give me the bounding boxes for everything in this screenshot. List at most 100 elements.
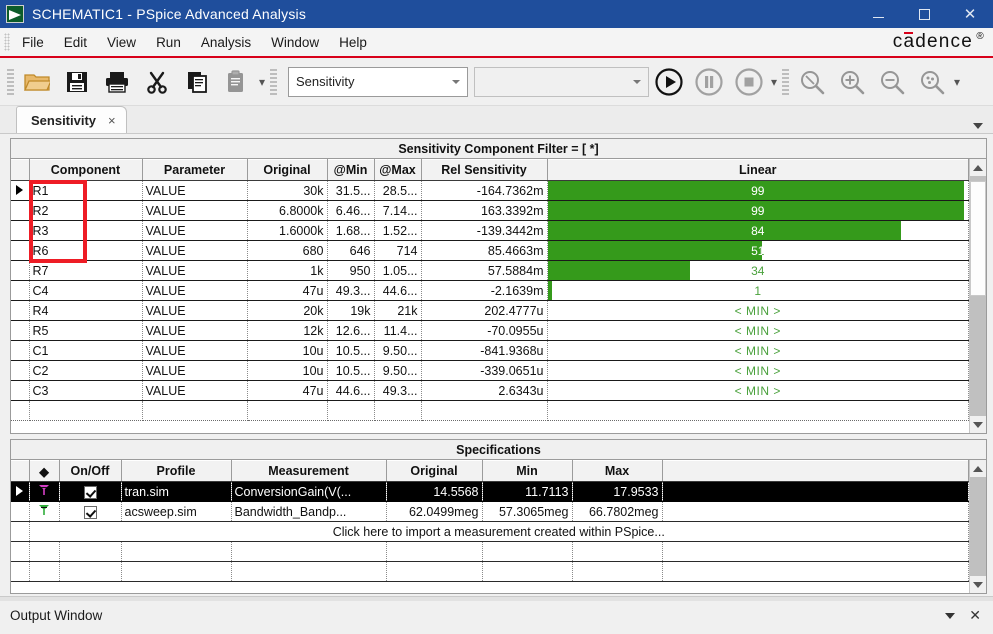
menu-item-view[interactable]: View <box>97 31 146 54</box>
cell-empty[interactable] <box>386 541 483 562</box>
column-header-measurement[interactable]: Measurement <box>231 460 387 482</box>
chevron-down-icon[interactable] <box>973 123 983 129</box>
cell-empty[interactable] <box>662 541 969 562</box>
on-off-checkbox[interactable] <box>59 501 122 522</box>
pause-icon[interactable] <box>689 62 729 102</box>
cell-rel-sensitivity[interactable]: 85.4663m <box>421 240 548 261</box>
cell-at-min[interactable]: 12.6... <box>327 320 375 341</box>
cell-rel-sensitivity[interactable]: -70.0955u <box>421 320 548 341</box>
print-icon[interactable] <box>97 62 137 102</box>
cell-empty[interactable] <box>121 561 232 582</box>
cell-original[interactable]: 20k <box>247 300 328 321</box>
table-row[interactable]: R6VALUE68064671485.4663m5151 <box>11 240 969 261</box>
row-selector-cell[interactable] <box>11 481 30 502</box>
cell-component[interactable]: R7 <box>29 260 143 281</box>
row-selector-cell[interactable] <box>11 360 30 381</box>
cell-rel-sensitivity[interactable]: 2.6343u <box>421 380 548 401</box>
table-row[interactable]: tran.sim ConversionGain(V(... 14.5568 11.71… <box>11 481 969 502</box>
maximize-button[interactable] <box>901 0 947 28</box>
table-row[interactable]: R4 VALUE 20k 19k 21k 202.4777u < MIN > <box>11 300 969 321</box>
cell-empty[interactable] <box>421 400 548 421</box>
cell-original[interactable]: 6.8000k <box>247 200 328 221</box>
cell-component[interactable]: C2 <box>29 360 143 381</box>
menu-item-file[interactable]: File <box>12 31 54 54</box>
cell-parameter[interactable]: VALUE <box>142 180 248 201</box>
cell-spare[interactable] <box>662 501 969 522</box>
import-measurement-row[interactable]: Click here to import a measurement creat… <box>11 521 969 542</box>
cell-empty[interactable] <box>11 561 30 582</box>
cell-empty[interactable] <box>327 400 375 421</box>
cell-linear-bar[interactable]: < MIN > <box>547 380 969 401</box>
cell-rel-sensitivity[interactable]: 163.3392m <box>421 200 548 221</box>
copy-icon[interactable] <box>177 62 217 102</box>
cell-profile[interactable]: acsweep.sim <box>121 501 232 522</box>
table-row-empty[interactable] <box>11 541 969 562</box>
cut-icon[interactable] <box>137 62 177 102</box>
cell-empty[interactable] <box>572 541 663 562</box>
cell-component[interactable]: C4 <box>29 280 143 301</box>
column-header-parameter[interactable]: Parameter <box>142 159 248 181</box>
cell-rel-sensitivity[interactable]: -164.7362m <box>421 180 548 201</box>
toolbar-grip-handle-3[interactable] <box>782 68 789 95</box>
table-row-empty[interactable] <box>11 561 969 582</box>
cell-original[interactable]: 30k <box>247 180 328 201</box>
column-header-marker[interactable]: ◆ <box>29 460 60 482</box>
cell-at-max[interactable]: 1.52... <box>374 220 422 241</box>
scroll-down-button[interactable] <box>970 576 986 593</box>
cell-parameter[interactable]: VALUE <box>142 200 248 221</box>
zoom-fit-icon[interactable] <box>912 62 952 102</box>
table-row[interactable]: C3 VALUE 47u 44.6... 49.3... 2.6343u < MIN > <box>11 380 969 401</box>
cell-empty[interactable] <box>11 541 30 562</box>
row-selector-cell[interactable] <box>11 200 30 221</box>
chevron-down-icon[interactable] <box>945 612 956 619</box>
toolbar-overflow-chevron[interactable]: ▾ <box>257 75 267 89</box>
table-row-empty[interactable] <box>11 400 969 421</box>
cell-empty[interactable] <box>121 541 232 562</box>
cell-empty[interactable] <box>231 541 387 562</box>
table-row[interactable]: acsweep.sim Bandwidth_Bandp... 62.0499meg 5… <box>11 501 969 522</box>
cell-component[interactable]: R5 <box>29 320 143 341</box>
column-header-original[interactable]: Original <box>386 460 483 482</box>
row-selector-cell[interactable] <box>11 240 30 261</box>
cell-original[interactable]: 47u <box>247 280 328 301</box>
cell-at-max[interactable]: 1.05... <box>374 260 422 281</box>
column-header-at-max[interactable]: @Max <box>374 159 422 181</box>
save-icon[interactable] <box>57 62 97 102</box>
checkbox-checked-icon[interactable] <box>83 485 97 499</box>
cell-original[interactable]: 10u <box>247 340 328 361</box>
cell-linear-bar[interactable]: 11 <box>547 280 969 301</box>
scroll-track[interactable] <box>970 176 986 416</box>
cell-empty[interactable] <box>247 400 328 421</box>
cell-at-min[interactable]: 646 <box>327 240 375 261</box>
table-row[interactable]: R3 VALUE 1.6000k 1.68... 1.52... -139.3442m 84… <box>11 220 969 241</box>
cell-empty[interactable] <box>374 400 422 421</box>
menu-grip-handle[interactable] <box>4 33 10 51</box>
scroll-thumb[interactable] <box>970 180 986 296</box>
cell-measurement[interactable]: Bandwidth_Bandp... <box>231 501 387 522</box>
cell-at-max[interactable]: 9.50... <box>374 360 422 381</box>
cell-empty[interactable] <box>11 400 30 421</box>
cell-linear-bar[interactable]: < MIN > <box>547 340 969 361</box>
table-row[interactable]: R2 VALUE 6.8000k 6.46... 7.14... 163.3392m 99 9… <box>11 200 969 221</box>
sensitivity-vertical-scrollbar[interactable] <box>969 159 986 433</box>
cell-empty[interactable] <box>142 400 248 421</box>
table-row[interactable]: C2 VALUE 10u 10.5... 9.50... -339.0651u < MIN … <box>11 360 969 381</box>
cell-component[interactable]: R6 <box>29 240 143 261</box>
cell-parameter[interactable]: VALUE <box>142 240 248 261</box>
table-row[interactable]: C4VALUE47u49.3...44.6...-2.1639m11 <box>11 280 969 301</box>
cell-measurement[interactable]: ConversionGain(V(... <box>231 481 387 502</box>
cell-linear-bar[interactable]: 3434 <box>547 260 969 281</box>
cell-original[interactable]: 10u <box>247 360 328 381</box>
column-header-component[interactable]: Component <box>29 159 143 181</box>
column-header-linear[interactable]: Linear <box>547 159 969 181</box>
menu-item-edit[interactable]: Edit <box>54 31 97 54</box>
cell-parameter[interactable]: VALUE <box>142 380 248 401</box>
cell-original[interactable]: 62.0499meg <box>386 501 483 522</box>
cell-empty[interactable] <box>386 561 483 582</box>
row-selector-cell[interactable] <box>11 320 30 341</box>
cell-max[interactable]: 17.9533 <box>572 481 663 502</box>
run-overflow-chevron[interactable]: ▾ <box>769 75 779 89</box>
run-icon[interactable] <box>649 62 689 102</box>
cell-empty[interactable] <box>59 541 122 562</box>
table-row[interactable]: R5 VALUE 12k 12.6... 11.4... -70.0955u < MIN > <box>11 320 969 341</box>
